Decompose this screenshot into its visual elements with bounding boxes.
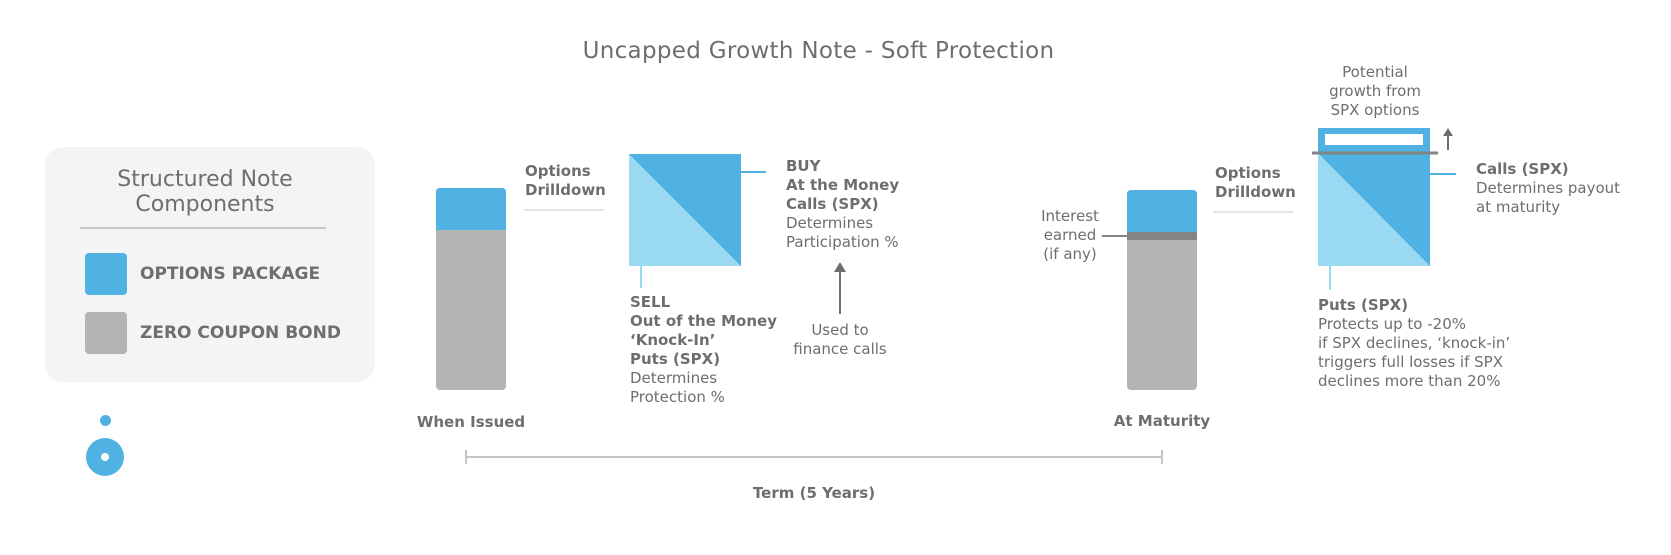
- buy-desc1: Determines: [786, 214, 874, 232]
- term-label: Term (5 Years): [752, 484, 876, 502]
- potential-growth-label: Potential growth from SPX options: [1300, 63, 1450, 120]
- maturity-puts-desc3: triggers full losses if SPX: [1318, 353, 1503, 371]
- when-issued-options-segment: [436, 188, 506, 230]
- maturity-drilldown-line1: Options: [1215, 164, 1281, 182]
- sell-action: SELL: [630, 293, 671, 311]
- maturity-calls-title: Calls (SPX): [1476, 160, 1569, 178]
- maturity-options-segment: [1127, 190, 1197, 232]
- issued-drilldown-label: Options Drilldown: [525, 162, 606, 200]
- maturity-drilldown-label: Options Drilldown: [1215, 164, 1296, 202]
- interest-line3: (if any): [1043, 245, 1097, 263]
- maturity-puts-label: Puts (SPX) Protects up to -20% if SPX de…: [1318, 296, 1510, 391]
- growth-line2: growth from: [1329, 82, 1421, 100]
- finance-note: Used to finance calls: [770, 321, 910, 359]
- sell-line2: ‘Knock-In’: [630, 331, 716, 349]
- sell-desc2: Protection %: [630, 388, 725, 406]
- when-issued-bar: [436, 188, 506, 390]
- maturity-options-square: [1312, 128, 1438, 266]
- sell-desc1: Determines: [630, 369, 718, 387]
- maturity-puts-title: Puts (SPX): [1318, 296, 1409, 314]
- buy-line1: At the Money: [786, 176, 900, 194]
- maturity-calls-desc1: Determines payout: [1476, 179, 1621, 197]
- finance-arrow-head: [834, 262, 846, 272]
- issued-drilldown-line1: Options: [525, 162, 591, 180]
- buy-line2: Calls (SPX): [786, 195, 879, 213]
- sell-line3: Puts (SPX): [630, 350, 721, 368]
- growth-line1: Potential: [1342, 63, 1408, 81]
- finance-note-line1: Used to: [811, 321, 869, 339]
- when-issued-label: When Issued: [416, 413, 526, 431]
- interest-earned-label: Interest earned (if any): [1030, 207, 1110, 264]
- maturity-drilldown-line2: Drilldown: [1215, 183, 1296, 201]
- maturity-puts-desc4: declines more than 20%: [1318, 372, 1501, 390]
- growth-arrow-head: [1443, 128, 1453, 136]
- issued-options-square: [629, 154, 741, 266]
- maturity-interest-segment: [1127, 232, 1197, 240]
- maturity-puts-desc1: Protects up to -20%: [1318, 315, 1466, 333]
- interest-line1: Interest: [1041, 207, 1099, 225]
- sell-line1: Out of the Money: [630, 312, 777, 330]
- at-maturity-label: At Maturity: [1113, 412, 1211, 430]
- maturity-calls-desc2: at maturity: [1476, 198, 1561, 216]
- maturity-growth-inner: [1325, 134, 1423, 145]
- buy-action: BUY: [786, 157, 821, 175]
- interest-line2: earned: [1043, 226, 1097, 244]
- buy-desc2: Participation %: [786, 233, 899, 251]
- sell-puts-label: SELL Out of the Money ‘Knock-In’ Puts (S…: [630, 293, 777, 407]
- maturity-puts-desc2: if SPX declines, ‘knock-in’: [1318, 334, 1511, 352]
- at-maturity-bar: [1127, 190, 1197, 390]
- maturity-calls-label: Calls (SPX) Determines payout at maturit…: [1476, 160, 1620, 217]
- growth-line3: SPX options: [1330, 101, 1420, 119]
- buy-calls-label: BUY At the Money Calls (SPX) Determines …: [786, 157, 899, 252]
- issued-drilldown-line2: Drilldown: [525, 181, 606, 199]
- finance-note-line2: finance calls: [793, 340, 887, 358]
